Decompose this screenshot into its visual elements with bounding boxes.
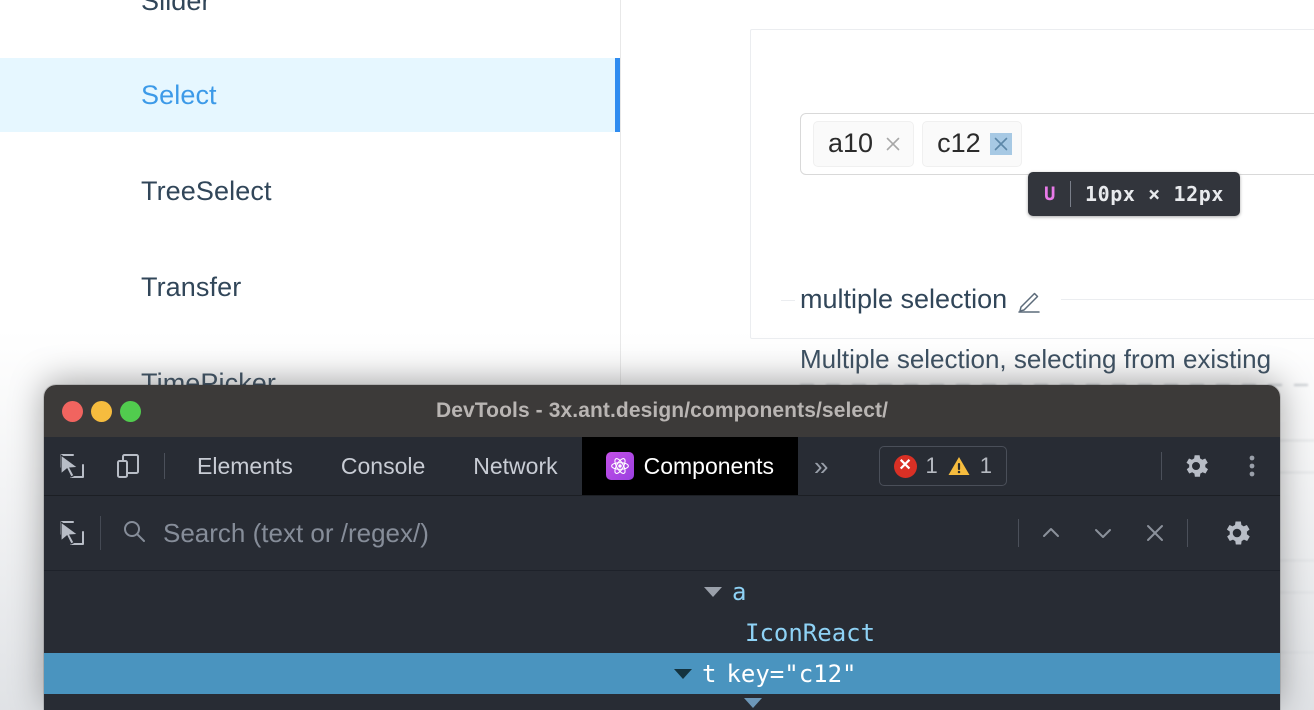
search-icon (121, 518, 147, 549)
close-icon[interactable] (882, 133, 904, 155)
tab-label: Components (643, 452, 775, 479)
tooltip-tag-name: U (1044, 183, 1056, 205)
gear-icon[interactable] (1194, 496, 1280, 570)
chevron-down-icon[interactable] (1077, 496, 1129, 570)
toolbar-divider (164, 453, 165, 479)
sidebar-item-label: Select (141, 79, 217, 110)
devtools-toolbar: Elements Console Network Components » ✕ … (44, 437, 1280, 496)
tab-label: Elements (197, 452, 293, 479)
more-tabs-button[interactable]: » (798, 437, 844, 495)
issues-summary[interactable]: ✕ 1 1 (878, 446, 1008, 486)
maximize-window-button[interactable] (120, 400, 141, 422)
tree-row[interactable] (44, 694, 1280, 710)
kebab-menu-icon[interactable] (1224, 437, 1280, 495)
component-prop: key="c12" (726, 659, 857, 688)
error-count: 1 (925, 453, 938, 478)
search-divider (1018, 519, 1019, 547)
multiple-select-input[interactable]: a10 c12 (800, 113, 1314, 175)
chevron-down-icon[interactable] (744, 698, 762, 708)
sidebar-item-label: Slider (141, 0, 211, 16)
minimize-window-button[interactable] (91, 400, 112, 422)
react-logo-icon (605, 452, 634, 480)
component-name: t (702, 659, 717, 688)
tab-console[interactable]: Console (317, 437, 449, 495)
sidebar-item-label: Transfer (141, 271, 242, 302)
components-search-bar: Search (text or /regex/) (44, 496, 1280, 571)
sidebar-item-label: TreeSelect (141, 175, 272, 206)
gear-icon[interactable] (1168, 437, 1224, 495)
inspect-element-icon[interactable] (44, 437, 100, 495)
element-size-tooltip: U 10px × 12px (1028, 172, 1241, 216)
section-rule (1061, 299, 1314, 300)
tab-label: Console (340, 452, 426, 479)
close-window-button[interactable] (62, 400, 83, 422)
toolbar-divider (1161, 452, 1162, 480)
devtools-titlebar[interactable]: DevTools - 3x.ant.design/components/sele… (44, 385, 1280, 437)
sidebar-item-slider[interactable]: Slider (0, 0, 621, 38)
error-icon: ✕ (893, 454, 917, 478)
select-tag-label: a10 (828, 127, 874, 158)
device-toolbar-icon[interactable] (100, 437, 156, 495)
search-input[interactable]: Search (text or /regex/) (101, 518, 1012, 549)
sidebar-item-select[interactable]: Select (0, 58, 621, 132)
tooltip-dimensions: 10px × 12px (1084, 182, 1225, 206)
close-icon[interactable] (1129, 496, 1181, 570)
tab-components[interactable]: Components (581, 437, 799, 495)
window-controls (62, 400, 141, 422)
sidebar-item-treeselect[interactable]: TreeSelect (0, 154, 621, 228)
component-name: IconReact (745, 618, 876, 647)
devtools-window: DevTools - 3x.ant.design/components/sele… (44, 385, 1280, 710)
chevron-down-icon[interactable] (674, 668, 692, 679)
component-name: a (732, 577, 747, 606)
sidebar-item-transfer[interactable]: Transfer (0, 250, 621, 324)
tab-label: Network (473, 452, 558, 479)
chevron-down-icon[interactable] (704, 586, 722, 597)
toolbar-right-group (1155, 437, 1280, 495)
warning-icon (947, 454, 971, 478)
select-tag[interactable]: a10 (813, 121, 915, 167)
page-title: multiple selection (800, 284, 1008, 314)
tree-row[interactable]: IconReact (44, 612, 1280, 653)
tree-row[interactable]: a (44, 571, 1280, 612)
window-title: DevTools - 3x.ant.design/components/sele… (435, 399, 889, 422)
tab-elements[interactable]: Elements (173, 437, 317, 495)
close-icon[interactable] (989, 133, 1012, 155)
tree-row[interactable]: t key="c12" (44, 653, 1280, 694)
screenshot-root: Slider Select TreeSelect Transfer TimePi… (0, 0, 1314, 710)
search-placeholder: Search (text or /regex/) (163, 517, 429, 548)
inspect-element-icon[interactable] (44, 496, 100, 570)
select-tag[interactable]: c12 (922, 121, 1022, 167)
warning-count: 1 (979, 453, 993, 478)
tooltip-divider (1069, 181, 1071, 207)
component-tree[interactable]: a IconReact t key="c12" (44, 571, 1280, 710)
tab-network[interactable]: Network (449, 437, 581, 495)
search-divider (1187, 519, 1188, 547)
section-heading: multiple selection (800, 284, 1314, 315)
pencil-icon[interactable] (1017, 287, 1043, 313)
select-tag-label: c12 (937, 127, 981, 158)
section-rule-left (781, 300, 795, 301)
chevron-up-icon[interactable] (1025, 496, 1077, 570)
